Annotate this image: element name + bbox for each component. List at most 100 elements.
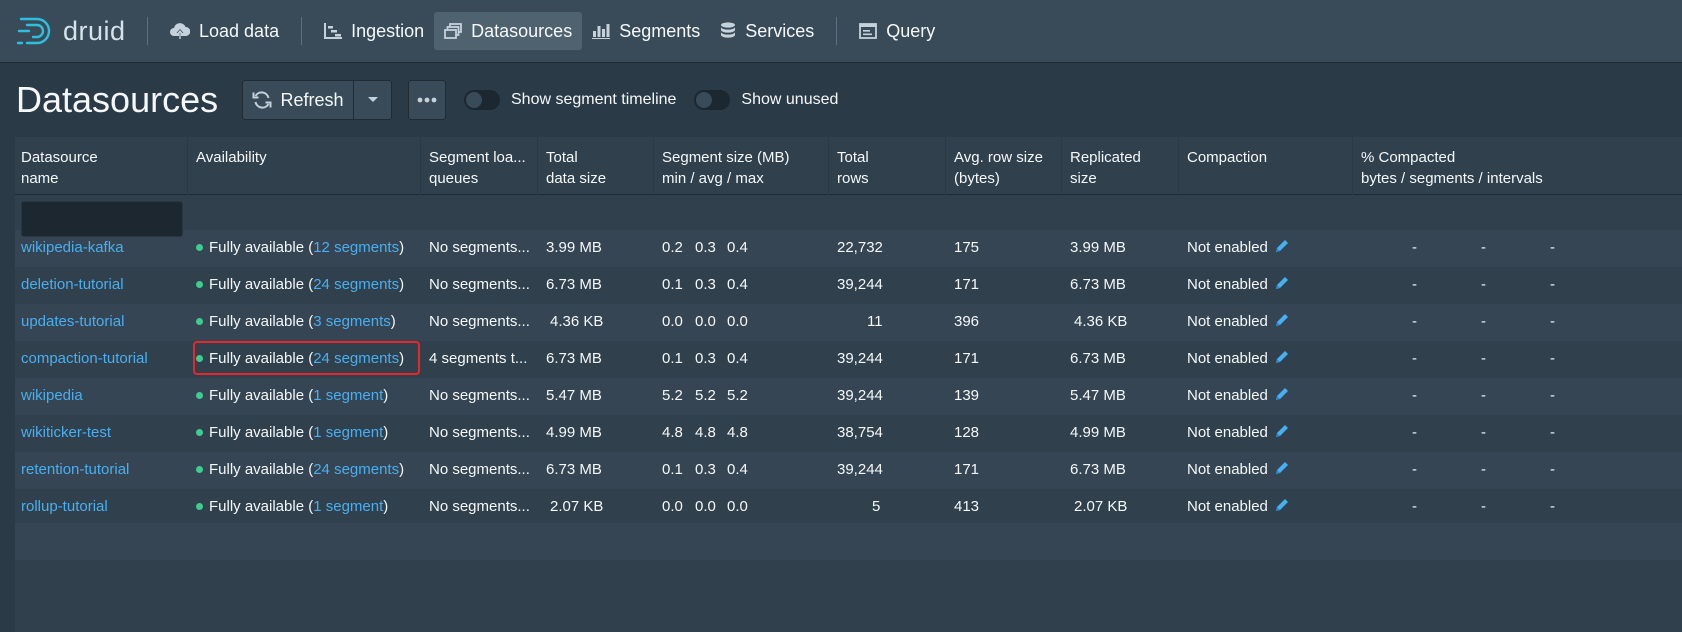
table-row[interactable]: compaction-tutorial Fully available (24 … (15, 341, 1682, 378)
column-resizer[interactable] (653, 137, 654, 195)
edit-icon[interactable] (1274, 312, 1290, 328)
nav-datasources[interactable]: Datasources (434, 12, 583, 50)
segments-link[interactable]: 24 segments (313, 461, 399, 478)
compaction-cell: Not enabled (1187, 498, 1290, 515)
edit-icon[interactable] (1274, 460, 1290, 476)
segment-size-max: 0.0 (727, 313, 748, 330)
datasource-name-link[interactable]: wikipedia (21, 387, 83, 404)
column-header-total-rows[interactable]: Total rows (837, 147, 869, 189)
column-resizer[interactable] (1352, 137, 1353, 195)
nav-load-data[interactable]: Load data (160, 12, 289, 50)
show-segment-timeline-toggle[interactable]: Show segment timeline (464, 90, 676, 110)
availability-text: Fully available ( (209, 239, 314, 256)
segments-link[interactable]: 3 segments (313, 313, 391, 330)
table-row[interactable]: wikipedia-kafka Fully available (12 segm… (15, 230, 1682, 267)
nav-segments[interactable]: Segments (582, 12, 710, 50)
status-dot-icon (196, 243, 203, 251)
availability-text: Fully available ( (209, 461, 314, 478)
datasource-name-link[interactable]: deletion-tutorial (21, 276, 124, 293)
segments-link[interactable]: 1 segment (313, 424, 383, 441)
segments-link[interactable]: 24 segments (313, 276, 399, 293)
availability-text: Fully available ( (209, 498, 314, 515)
datasource-name-link[interactable]: retention-tutorial (21, 461, 129, 478)
compacted-intervals: - (1550, 276, 1555, 293)
segments-link[interactable]: 1 segment (313, 498, 383, 515)
nav-ingestion[interactable]: Ingestion (314, 12, 434, 50)
edit-icon[interactable] (1274, 423, 1290, 439)
toggle-track[interactable] (464, 90, 500, 110)
edit-icon[interactable] (1274, 238, 1290, 254)
table-row[interactable]: deletion-tutorial Fully available (24 se… (15, 267, 1682, 304)
compaction-status: Not enabled (1187, 239, 1268, 256)
column-header-avg-row-size[interactable]: Avg. row size (bytes) (954, 147, 1043, 189)
availability-cell: Fully available (12 segments) (196, 239, 404, 256)
avg-row-size: 171 (954, 276, 980, 293)
compaction-status: Not enabled (1187, 387, 1268, 404)
column-header-line: queues (429, 170, 479, 187)
table-row[interactable]: wikiticker-test Fully available (1 segme… (15, 415, 1682, 452)
table-row[interactable]: retention-tutorial Fully available (24 s… (15, 452, 1682, 489)
column-header-line: name (21, 170, 59, 187)
column-resizer[interactable] (537, 137, 538, 195)
refresh-button[interactable]: Refresh (242, 80, 354, 120)
datasource-name-link[interactable]: compaction-tutorial (21, 350, 148, 367)
replicated-size: 6.73 MB (1070, 350, 1126, 367)
segments-link[interactable]: 24 segments (313, 350, 399, 367)
segment-load-queue: No segments... (429, 276, 530, 293)
availability-suffix: ) (390, 313, 396, 330)
multi-select-icon (444, 23, 463, 39)
column-header-percent-compacted[interactable]: % Compacted bytes / segments / intervals (1361, 147, 1543, 189)
replicated-size: 3.99 MB (1070, 239, 1126, 256)
edit-icon[interactable] (1274, 275, 1290, 291)
more-options-button[interactable] (408, 80, 446, 120)
column-resizer[interactable] (1178, 137, 1179, 195)
edit-icon[interactable] (1274, 497, 1290, 513)
column-header-total-data-size[interactable]: Total data size (546, 147, 606, 189)
datasource-name-filter-input[interactable] (21, 201, 183, 237)
compacted-segments: - (1481, 239, 1486, 256)
datasource-name-link[interactable]: updates-tutorial (21, 313, 124, 330)
show-unused-toggle[interactable]: Show unused (694, 90, 838, 110)
column-header-compaction[interactable]: Compaction (1187, 147, 1267, 168)
column-header-segment-load-queues[interactable]: Segment loa... queues (429, 147, 526, 189)
edit-icon[interactable] (1274, 386, 1290, 402)
toggle-track[interactable] (694, 90, 731, 110)
column-resizer[interactable] (945, 137, 946, 195)
datasource-name-link[interactable]: wikiticker-test (21, 424, 111, 441)
column-header-segment-size[interactable]: Segment size (MB) min / avg / max (662, 147, 790, 189)
compacted-bytes: - (1412, 461, 1417, 478)
segments-link[interactable]: 1 segment (313, 387, 383, 404)
segment-size-min: 0.1 (662, 350, 683, 367)
column-header-availability[interactable]: Availability (196, 147, 267, 168)
table-row[interactable]: wikipedia Fully available (1 segment) No… (15, 378, 1682, 415)
edit-icon[interactable] (1274, 349, 1290, 365)
refresh-options-dropdown[interactable] (354, 80, 392, 120)
application-icon (859, 23, 878, 39)
nav-ingestion-label: Ingestion (351, 20, 425, 41)
column-resizer[interactable] (1061, 137, 1062, 195)
column-header-replicated-size[interactable]: Replicated size (1070, 147, 1141, 189)
column-header-line: min / avg / max (662, 170, 764, 187)
datasource-name-link[interactable]: wikipedia-kafka (21, 239, 124, 256)
column-resizer[interactable] (420, 137, 421, 195)
segment-size-min: 5.2 (662, 387, 683, 404)
druid-logo[interactable]: druid (17, 16, 135, 47)
table-row[interactable]: rollup-tutorial Fully available (1 segme… (15, 489, 1682, 526)
column-header-line: size (1070, 170, 1097, 187)
nav-services[interactable]: Services (710, 12, 824, 50)
compacted-segments: - (1481, 313, 1486, 330)
segment-size-avg: 0.3 (695, 276, 716, 293)
column-resizer[interactable] (187, 137, 188, 195)
column-resizer[interactable] (828, 137, 829, 195)
segments-link[interactable]: 12 segments (313, 239, 399, 256)
total-data-size: 5.47 MB (546, 387, 602, 404)
nav-segments-label: Segments (619, 20, 701, 41)
column-header-datasource-name[interactable]: Datasource name (21, 147, 98, 189)
nav-query[interactable]: Query (849, 12, 945, 50)
compaction-cell: Not enabled (1187, 276, 1290, 293)
table-row[interactable]: updates-tutorial Fully available (3 segm… (15, 304, 1682, 341)
datasource-name-link[interactable]: rollup-tutorial (21, 498, 108, 515)
gantt-chart-icon (324, 23, 343, 39)
availability-suffix: ) (399, 239, 405, 256)
nav-divider (836, 17, 838, 45)
